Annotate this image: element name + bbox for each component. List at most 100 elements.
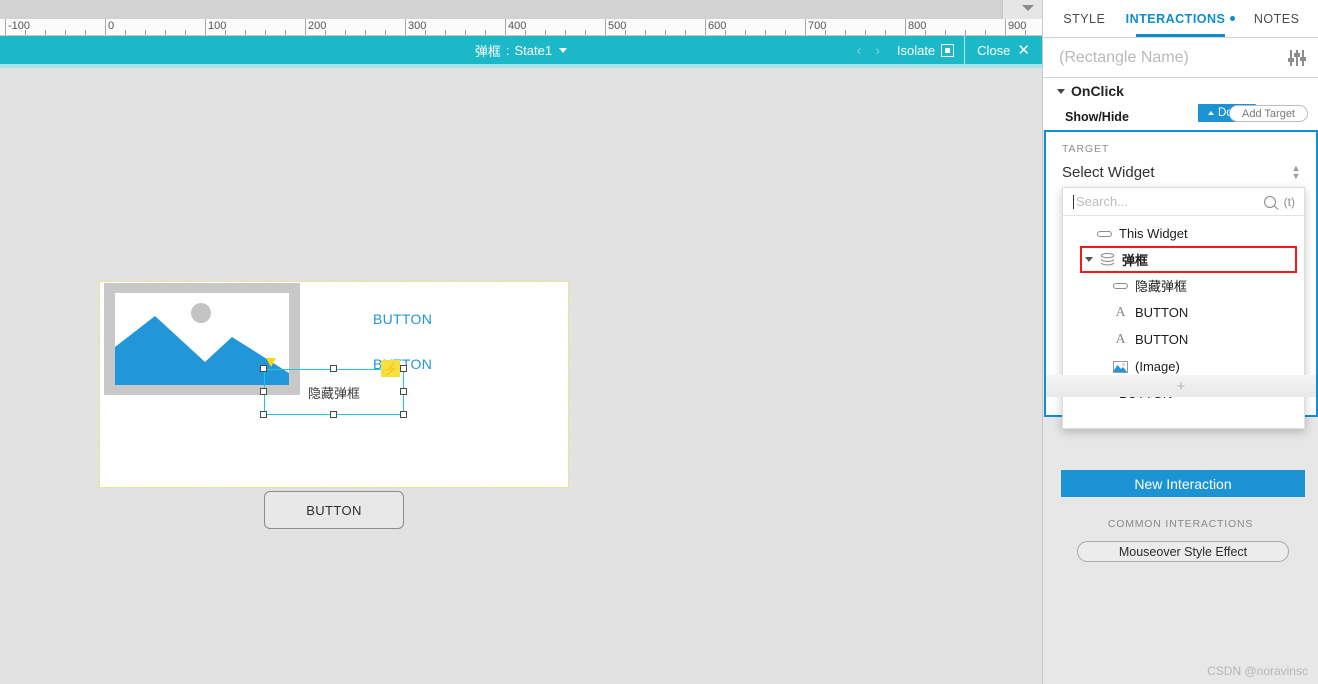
ruler-area: -100 0 100 200 300 400 500 600 700 800 900 — [0, 0, 1042, 36]
dropdown-item-label: (Image) — [1135, 359, 1180, 374]
canvas-button[interactable]: BUTTON — [264, 491, 404, 529]
dropdown-item-label: 弹框 — [1122, 253, 1149, 268]
resize-handle-w[interactable] — [260, 388, 267, 395]
resize-handle-ne[interactable] — [400, 365, 407, 372]
panel-state-label[interactable]: 弹框: State1 — [475, 41, 568, 60]
ruler-tick-minor — [165, 30, 166, 35]
close-icon: ✕ — [1017, 41, 1030, 59]
ruler-label: 700 — [808, 20, 827, 32]
resize-handle-n[interactable] — [330, 365, 337, 372]
text-icon: A — [1115, 304, 1126, 320]
resize-handle-sw[interactable] — [260, 411, 267, 418]
ruler-tick-minor — [125, 30, 126, 35]
ruler-tick-minor — [485, 30, 486, 35]
isolate-button[interactable]: Isolate — [887, 36, 964, 64]
ruler-tick-minor — [365, 30, 366, 35]
add-more-row[interactable]: + — [1046, 375, 1316, 397]
panel-state-separator: : — [505, 42, 510, 58]
ruler-tick-minor — [945, 30, 946, 35]
ruler-tick-minor — [845, 30, 846, 35]
ruler-label: 600 — [708, 20, 727, 32]
selected-widget[interactable]: 隐藏弹框 ⚡ — [260, 358, 407, 418]
chevron-down-icon[interactable] — [559, 47, 568, 53]
inspector-tabs: STYLE INTERACTIONS NOTES — [1043, 0, 1318, 38]
add-target-button[interactable]: Add Target — [1228, 105, 1308, 122]
search-icon[interactable] — [1263, 195, 1276, 208]
resize-handle-s[interactable] — [330, 411, 337, 418]
tab-style[interactable]: STYLE — [1043, 0, 1126, 37]
mountain-icon — [115, 316, 289, 385]
ruler-tick-minor — [65, 30, 66, 35]
ruler-tick-minor — [925, 30, 926, 35]
text-cursor — [1073, 194, 1074, 209]
ruler-tick-minor — [865, 30, 866, 35]
widget-icon — [1097, 230, 1112, 237]
ruler-tick-minor — [665, 30, 666, 35]
chevron-down-icon[interactable] — [1022, 5, 1034, 11]
canvas-scroll-area[interactable]: BUTTON BUTTON 隐藏弹框 ⚡ BUTTON — [0, 68, 1042, 684]
ruler-tick-minor — [985, 30, 986, 35]
ruler-tick-minor — [425, 30, 426, 35]
ruler-tick-minor — [645, 30, 646, 35]
action-row: Show/Hide Done Add Target — [1043, 104, 1318, 130]
watermark: CSDN @noravinsc — [1207, 664, 1308, 678]
tab-style-label: STYLE — [1063, 11, 1106, 26]
dropdown-search-row[interactable]: Search... (t) — [1063, 188, 1304, 216]
close-state-button[interactable]: Close ✕ — [965, 36, 1042, 64]
ruler-label: 400 — [508, 20, 527, 32]
image-icon — [1113, 360, 1128, 373]
search-hint: (t) — [1283, 194, 1295, 209]
ruler-tick-minor — [325, 30, 326, 35]
ruler-tick-minor — [245, 30, 246, 35]
ruler-label: 800 — [908, 20, 927, 32]
dropdown-item[interactable]: This Widget — [1063, 220, 1304, 247]
dropdown-item[interactable]: 隐藏弹框 — [1063, 272, 1304, 299]
tab-notes[interactable]: NOTES — [1235, 0, 1318, 37]
dropdown-item[interactable]: 弹框 — [1080, 246, 1297, 273]
ruler-tick-minor — [265, 30, 266, 35]
select-widget-value: Select Widget — [1062, 163, 1155, 181]
dropdown-search-input[interactable]: Search... — [1076, 194, 1264, 209]
ruler-tick-minor — [585, 30, 586, 35]
chevron-down-icon[interactable] — [1085, 257, 1093, 262]
ruler-label: 200 — [308, 20, 327, 32]
widget-name-input[interactable]: (Rectangle Name) — [1059, 49, 1288, 67]
interaction-bolt-icon: ⚡ — [381, 360, 400, 377]
sliders-icon[interactable] — [1288, 49, 1306, 66]
resize-handle-nw[interactable] — [260, 365, 267, 372]
mouseover-style-effect-button[interactable]: Mouseover Style Effect — [1077, 541, 1289, 562]
ruler-tick-minor — [185, 30, 186, 35]
close-label: Close — [977, 42, 1011, 58]
ruler-tick-minor — [525, 30, 526, 35]
target-section: TARGET Select Widget ▲ ▼ Search... (t) Th… — [1044, 130, 1318, 429]
common-interactions-caption: COMMON INTERACTIONS — [1107, 518, 1254, 530]
ruler-tick-minor — [285, 30, 286, 35]
panel-button-link-1[interactable]: BUTTON — [373, 311, 432, 327]
dropdown-item[interactable]: A BUTTON — [1063, 326, 1304, 353]
event-onclick-row[interactable]: OnClick — [1043, 78, 1318, 104]
ruler-label: -100 — [8, 20, 31, 32]
tab-interactions-label: INTERACTIONS — [1125, 11, 1226, 26]
isolate-icon — [941, 43, 955, 57]
app-window: -100 0 100 200 300 400 500 600 700 800 900 弹框: Sta… — [0, 0, 1318, 684]
ruler-tick-minor — [545, 30, 546, 35]
tab-interactions[interactable]: INTERACTIONS — [1126, 0, 1236, 37]
panel-state-bar: 弹框: State1 ‹ › Isolate Close ✕ — [0, 36, 1042, 64]
chevron-down-icon[interactable] — [1057, 88, 1065, 94]
dropdown-item-label: This Widget — [1119, 226, 1188, 241]
new-interaction-button[interactable]: New Interaction — [1061, 470, 1305, 497]
ruler-tick-minor — [225, 30, 226, 35]
ruler-label: 0 — [108, 20, 115, 32]
dynamic-panel-icon — [1100, 252, 1115, 266]
next-state-arrow[interactable]: › — [868, 42, 887, 58]
resize-handle-se[interactable] — [400, 411, 407, 418]
select-widget-row[interactable]: Select Widget ▲ ▼ — [1046, 159, 1316, 185]
resize-handle-e[interactable] — [400, 388, 407, 395]
prev-state-arrow[interactable]: ‹ — [850, 42, 869, 58]
ruler-tick-minor — [465, 30, 466, 35]
horizontal-ruler[interactable]: -100 0 100 200 300 400 500 600 700 800 900 — [0, 19, 1042, 36]
ruler-tick-minor — [745, 30, 746, 35]
stepper-icon[interactable]: ▲ ▼ — [1290, 164, 1302, 181]
text-icon: A — [1115, 331, 1126, 347]
dropdown-item[interactable]: A BUTTON — [1063, 299, 1304, 326]
